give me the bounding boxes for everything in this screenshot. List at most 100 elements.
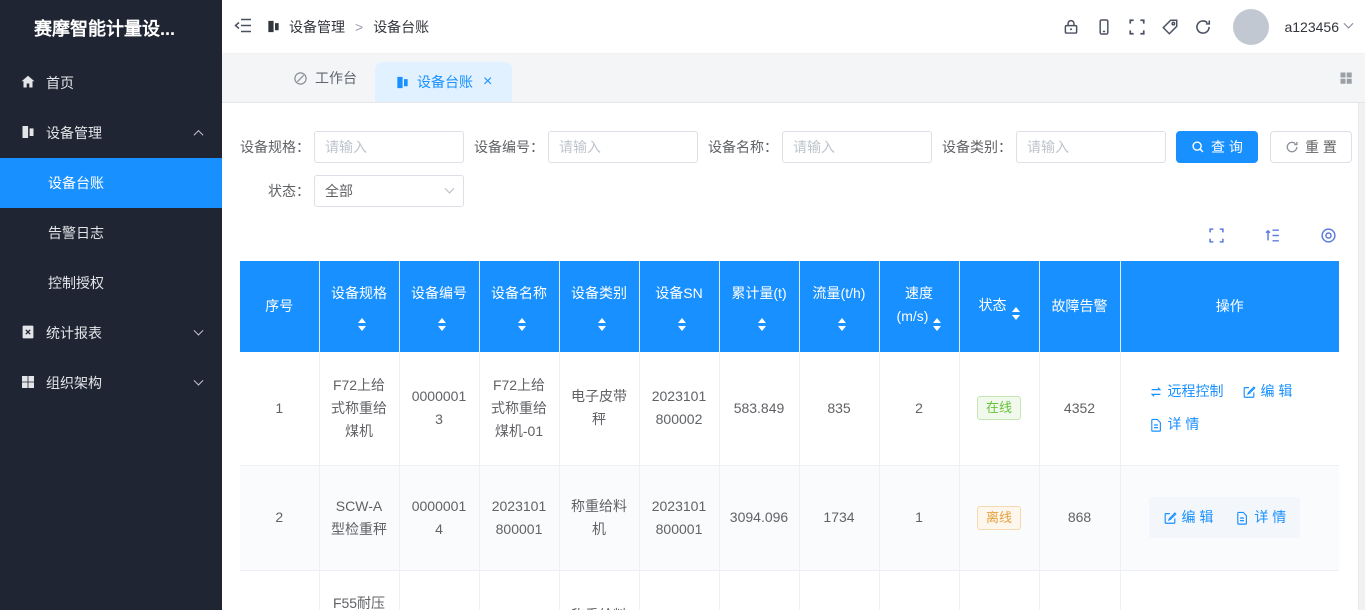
lock-icon[interactable] bbox=[1062, 18, 1080, 36]
user-menu[interactable]: a123456 bbox=[1284, 19, 1352, 35]
mobile-icon[interactable] bbox=[1095, 18, 1113, 36]
col-index: 序号 bbox=[240, 261, 319, 352]
cell-speed: 2 bbox=[879, 352, 959, 465]
cell-spec: F72上给式称重给煤机 bbox=[319, 352, 399, 465]
col-total[interactable]: 累计量(t) bbox=[719, 261, 799, 352]
cell-speed bbox=[879, 570, 959, 610]
breadcrumb-parent[interactable]: 设备管理 bbox=[289, 17, 345, 37]
menu-fold-icon[interactable] bbox=[234, 18, 252, 36]
sidebar-item-report[interactable]: 统计报表 bbox=[0, 308, 222, 358]
cell-name: F55-111 bbox=[479, 570, 559, 610]
filter-row: 设备规格： 设备编号： 设备名称： 设备类别： bbox=[240, 131, 1352, 163]
col-code[interactable]: 设备编号 bbox=[399, 261, 479, 352]
edit-icon bbox=[1163, 511, 1177, 525]
tab-device-ledger[interactable]: 设备台账 × bbox=[375, 62, 512, 102]
theme-icon[interactable] bbox=[1161, 18, 1179, 36]
cell-flow: 835 bbox=[799, 352, 879, 465]
sort-icon[interactable] bbox=[518, 318, 526, 331]
close-icon[interactable]: × bbox=[483, 74, 492, 90]
cell-status bbox=[959, 570, 1039, 610]
edit-link[interactable]: 编 辑 bbox=[1163, 506, 1214, 529]
sidebar: 赛摩智能计量设... 首页 设备管理 设备台账 告警日志 控制授权 bbox=[0, 0, 222, 610]
filter-label-status: 状态： bbox=[240, 181, 310, 201]
app-title: 赛摩智能计量设... bbox=[0, 0, 222, 58]
cell-actions: 编 辑 详 情 bbox=[1120, 465, 1339, 570]
sidebar-item-device-ledger[interactable]: 设备台账 bbox=[0, 158, 222, 208]
table-fullscreen-icon[interactable] bbox=[1208, 227, 1225, 244]
detail-icon bbox=[1235, 511, 1249, 525]
code-input[interactable] bbox=[548, 131, 698, 163]
sidebar-item-home[interactable]: 首页 bbox=[0, 58, 222, 108]
scrollbar[interactable] bbox=[1358, 103, 1365, 610]
status-badge: 离线 bbox=[977, 506, 1021, 530]
app-window: 赛摩智能计量设... 首页 设备管理 设备台账 告警日志 控制授权 bbox=[0, 0, 1365, 610]
sort-icon[interactable] bbox=[758, 318, 766, 331]
reset-button[interactable]: 重 置 bbox=[1270, 131, 1352, 163]
sidebar-item-alarm-log[interactable]: 告警日志 bbox=[0, 208, 222, 258]
sidebar-subitem-label: 控制授权 bbox=[48, 273, 104, 293]
cell-flow: 1734 bbox=[799, 465, 879, 570]
cell-status: 离线 bbox=[959, 465, 1039, 570]
cell-status: 在线 bbox=[959, 352, 1039, 465]
content: 设备规格： 设备编号： 设备名称： 设备类别： bbox=[222, 103, 1365, 610]
chevron-down-icon bbox=[445, 183, 455, 193]
remote-control-link[interactable]: 远程控制 bbox=[1149, 380, 1224, 403]
table-header-row: 序号 设备规格 设备编号 设备名称 设备类别 设备SN 累计量(t) 流量(t/… bbox=[240, 261, 1339, 352]
cell-sn: 2023101800001 bbox=[639, 465, 719, 570]
filter-label-spec: 设备规格： bbox=[240, 137, 310, 157]
cell-spec: F55耐压式称重给煤机 bbox=[319, 570, 399, 610]
edit-icon bbox=[1242, 385, 1256, 399]
table-row: 3 F55耐压式称重给煤机 00000015 F55-111 称重给料机 202… bbox=[240, 570, 1339, 610]
chevron-up-icon bbox=[194, 129, 204, 139]
table-density-icon[interactable] bbox=[1264, 227, 1281, 244]
status-select-value: 全部 bbox=[325, 181, 353, 201]
col-sn[interactable]: 设备SN bbox=[639, 261, 719, 352]
table-row: 2 SCW-A型检重秤 00000014 2023101800001 称重给料机… bbox=[240, 465, 1339, 570]
sort-icon[interactable] bbox=[933, 318, 941, 331]
cell-actions: 远程控制 编 辑 bbox=[1120, 352, 1339, 465]
cell-flow bbox=[799, 570, 879, 610]
sort-icon[interactable] bbox=[438, 318, 446, 331]
cell-total: 583.849 bbox=[719, 352, 799, 465]
topbar-actions: a123456 bbox=[1062, 9, 1352, 45]
status-select[interactable]: 全部 bbox=[314, 175, 464, 207]
grid-icon[interactable] bbox=[1338, 70, 1354, 86]
fullscreen-icon[interactable] bbox=[1128, 18, 1146, 36]
category-input[interactable] bbox=[1016, 131, 1166, 163]
col-speed[interactable]: 速度(m/s) bbox=[879, 261, 959, 352]
cell-index: 2 bbox=[240, 465, 319, 570]
sidebar-item-device-mgmt[interactable]: 设备管理 bbox=[0, 108, 222, 158]
tab-label: 设备台账 bbox=[417, 72, 473, 92]
sidebar-subitem-label: 设备台账 bbox=[48, 173, 104, 193]
filter-label-category: 设备类别： bbox=[942, 137, 1012, 157]
col-flow[interactable]: 流量(t/h) bbox=[799, 261, 879, 352]
col-name[interactable]: 设备名称 bbox=[479, 261, 559, 352]
refresh-icon[interactable] bbox=[1194, 18, 1212, 36]
cell-name: F72上给式称重给煤机-01 bbox=[479, 352, 559, 465]
col-spec[interactable]: 设备规格 bbox=[319, 261, 399, 352]
sort-icon[interactable] bbox=[838, 318, 846, 331]
detail-link[interactable]: 详 情 bbox=[1149, 413, 1200, 436]
sidebar-item-org[interactable]: 组织架构 bbox=[0, 358, 222, 408]
sidebar-item-control-auth[interactable]: 控制授权 bbox=[0, 258, 222, 308]
table-settings-icon[interactable] bbox=[1320, 227, 1337, 244]
col-category[interactable]: 设备类别 bbox=[559, 261, 639, 352]
col-status[interactable]: 状态 bbox=[959, 261, 1039, 352]
name-input[interactable] bbox=[782, 131, 932, 163]
edit-link[interactable]: 编 辑 bbox=[1242, 380, 1293, 403]
tab-workbench[interactable]: 工作台 bbox=[275, 54, 375, 103]
detail-link[interactable]: 详 情 bbox=[1235, 506, 1286, 529]
cell-code: 00000013 bbox=[399, 352, 479, 465]
avatar[interactable] bbox=[1233, 9, 1269, 45]
spec-input[interactable] bbox=[314, 131, 464, 163]
sidebar-item-label: 组织架构 bbox=[46, 373, 102, 393]
sort-icon[interactable] bbox=[1012, 307, 1020, 320]
sort-icon[interactable] bbox=[358, 318, 366, 331]
status-badge: 在线 bbox=[977, 396, 1021, 420]
home-icon bbox=[20, 74, 36, 93]
sort-icon[interactable] bbox=[598, 318, 606, 331]
cell-spec: SCW-A型检重秤 bbox=[319, 465, 399, 570]
cell-total: 3094.096 bbox=[719, 465, 799, 570]
search-button[interactable]: 查 询 bbox=[1176, 131, 1258, 163]
sort-icon[interactable] bbox=[678, 318, 686, 331]
